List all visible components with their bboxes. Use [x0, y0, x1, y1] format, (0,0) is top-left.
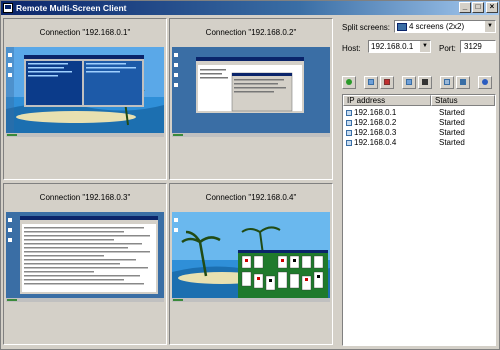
host-select[interactable]: 192.168.0.1 ▼: [368, 40, 431, 53]
title-bar[interactable]: Remote Multi-Screen Client _ □ ×: [1, 1, 499, 15]
list-item[interactable]: 192.168.0.2 Started: [343, 118, 495, 128]
info-icon: [482, 79, 488, 85]
settings-icon: [444, 79, 450, 85]
window-title: Remote Multi-Screen Client: [16, 3, 127, 13]
connect-icon: [368, 79, 374, 85]
list-item-status: Started: [439, 138, 465, 147]
properties-icon: [460, 79, 466, 85]
app-window: Remote Multi-Screen Client _ □ × Connect…: [0, 0, 500, 350]
list-item-status: Started: [439, 128, 465, 137]
properties-button[interactable]: [456, 76, 470, 89]
screen-caption: Connection "192.168.0.2": [205, 28, 297, 37]
screen-pane-4[interactable]: Connection "192.168.0.4": [169, 183, 333, 345]
split-screens-value: 4 screens (2x2): [409, 22, 465, 31]
chevron-down-icon[interactable]: ▼: [484, 21, 495, 32]
control-panel: Split screens: 4 screens (2x2) ▼ Host: 1…: [338, 18, 498, 348]
remote-screen-thumbnail[interactable]: [172, 47, 330, 137]
close-button[interactable]: ×: [486, 2, 498, 13]
port-input[interactable]: 3129: [460, 40, 496, 53]
column-header-status[interactable]: Status: [431, 95, 495, 106]
remote-screen-thumbnail[interactable]: [6, 47, 164, 137]
screen-pane-2[interactable]: Connection "192.168.0.2": [169, 18, 333, 180]
start-button[interactable]: [402, 76, 416, 89]
list-item-status: Started: [439, 108, 465, 117]
info-button[interactable]: [478, 76, 492, 89]
monitor-icon: [397, 22, 407, 31]
host-label: Host:: [342, 44, 361, 53]
port-label: Port:: [439, 44, 456, 53]
list-item-status: Started: [439, 118, 465, 127]
list-item[interactable]: 192.168.0.1 Started: [343, 108, 495, 118]
maximize-button[interactable]: □: [472, 2, 484, 13]
chevron-down-icon[interactable]: ▼: [419, 41, 430, 52]
host-value: 192.168.0.1: [371, 42, 414, 51]
screen-pane-3[interactable]: Connection "192.168.0.3": [3, 183, 167, 345]
list-item-ip: 192.168.0.4: [354, 138, 397, 147]
remote-screen-thumbnail[interactable]: [6, 212, 164, 302]
disconnect-button[interactable]: [380, 76, 394, 89]
column-header-ip[interactable]: IP address: [343, 95, 431, 106]
connection-icon: [346, 140, 352, 146]
minimize-button[interactable]: _: [459, 2, 471, 13]
split-screens-select[interactable]: 4 screens (2x2) ▼: [394, 20, 496, 33]
connect-button[interactable]: [364, 76, 378, 89]
screen-caption: Connection "192.168.0.3": [39, 193, 131, 202]
list-item-ip: 192.168.0.2: [354, 118, 397, 127]
screen-caption: Connection "192.168.0.4": [205, 193, 297, 202]
start-icon: [406, 79, 412, 85]
remote-screen-thumbnail[interactable]: [172, 212, 330, 302]
list-item[interactable]: 192.168.0.4 Started: [343, 138, 495, 148]
app-icon: [3, 3, 13, 13]
add-connection-icon: [346, 79, 352, 85]
list-item-ip: 192.168.0.1: [354, 108, 397, 117]
connection-icon: [346, 110, 352, 116]
add-connection-button[interactable]: [342, 76, 356, 89]
list-item[interactable]: 192.168.0.3 Started: [343, 128, 495, 138]
screens-area: Connection "192.168.0.1" Connection "192…: [3, 18, 336, 348]
split-screens-label: Split screens:: [342, 23, 391, 32]
connection-icon: [346, 130, 352, 136]
list-item-ip: 192.168.0.3: [354, 128, 397, 137]
stop-icon: [422, 79, 428, 85]
connection-icon: [346, 120, 352, 126]
screen-pane-1[interactable]: Connection "192.168.0.1": [3, 18, 167, 180]
screen-caption: Connection "192.168.0.1": [39, 28, 131, 37]
settings-button[interactable]: [440, 76, 454, 89]
disconnect-icon: [384, 79, 390, 85]
connection-list[interactable]: IP address Status 192.168.0.1 Started 19…: [342, 94, 496, 346]
stop-button[interactable]: [418, 76, 432, 89]
